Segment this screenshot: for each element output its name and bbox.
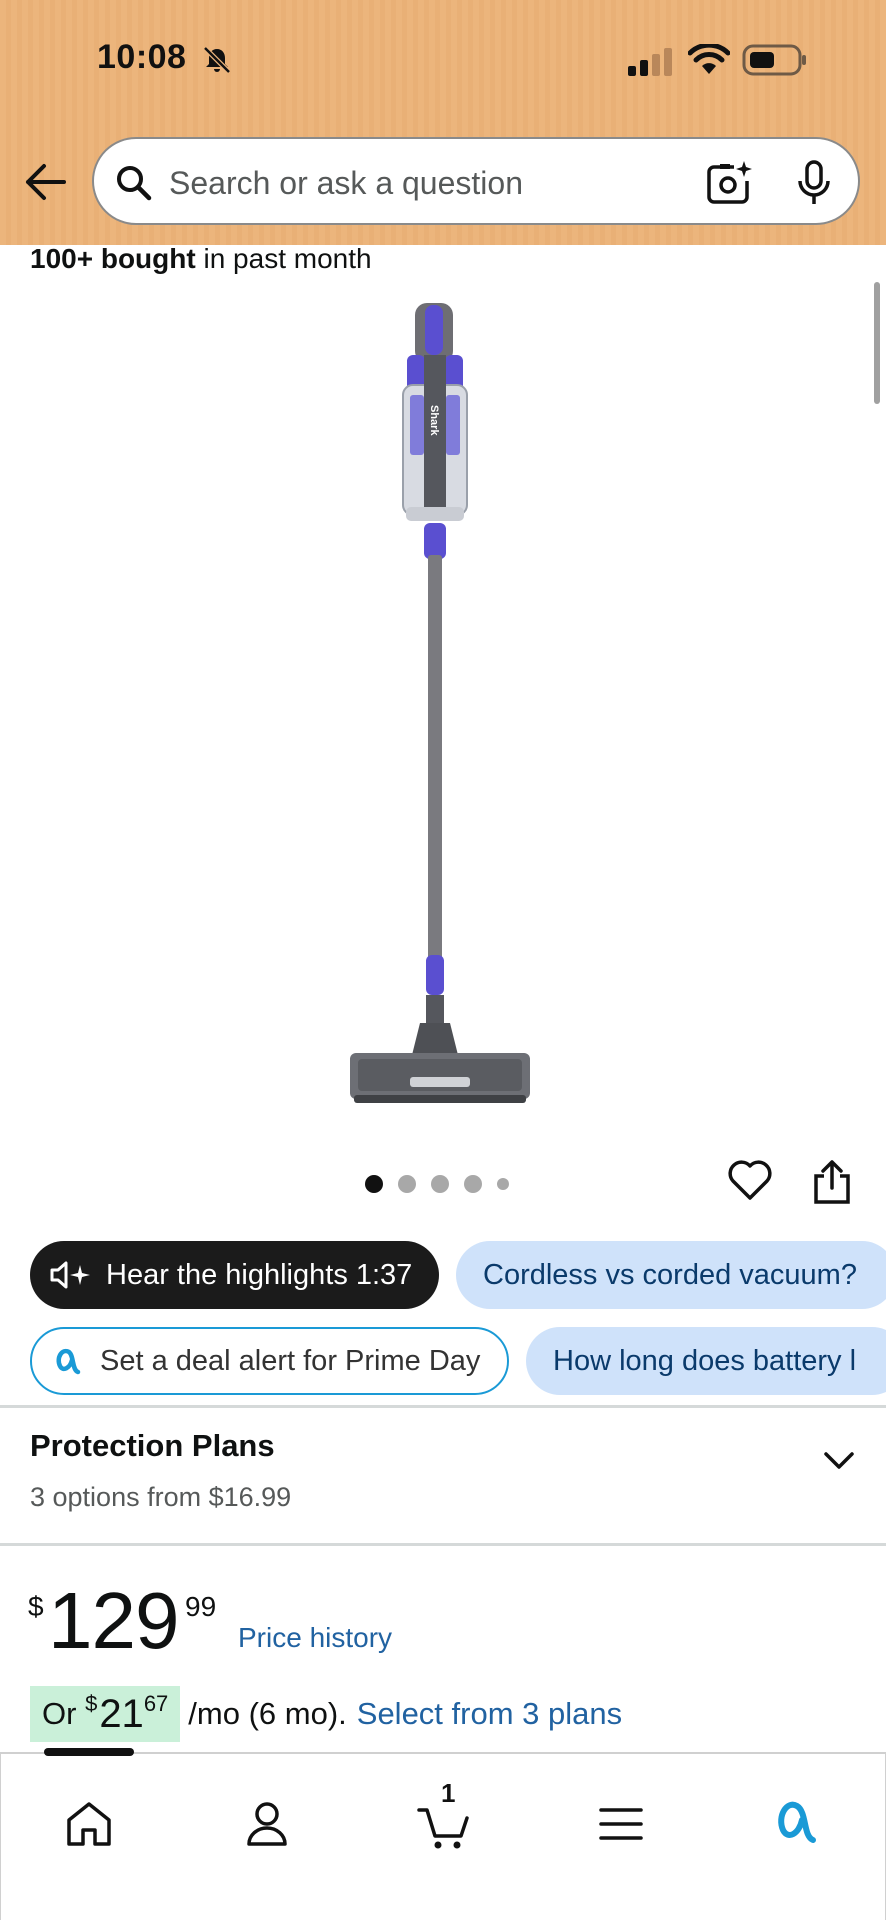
hear-highlights-button[interactable]: Hear the highlights 1:37 (30, 1241, 439, 1309)
microphone-icon[interactable] (794, 159, 834, 207)
camera-lens-icon[interactable] (704, 159, 754, 207)
carousel-dot[interactable] (497, 1178, 509, 1190)
image-carousel-dots[interactable] (365, 1172, 509, 1196)
menu-icon[interactable] (593, 1796, 649, 1852)
price-fraction: 99 (185, 1591, 217, 1622)
product-image[interactable]: Shark (340, 295, 550, 1110)
search-box[interactable] (92, 137, 860, 225)
installment-price-badge: Or $21 67 (30, 1686, 181, 1742)
home-icon[interactable] (61, 1796, 117, 1852)
divider (0, 1405, 886, 1408)
select-plans-link[interactable]: Select from 3 plans (357, 1696, 622, 1732)
cart-icon[interactable] (415, 1796, 471, 1852)
search-icon (117, 166, 152, 201)
price-whole: 129 (48, 1576, 179, 1665)
carousel-dot[interactable] (464, 1175, 482, 1193)
question-chip-cordless[interactable]: Cordless vs corded vacuum? (456, 1241, 886, 1309)
scrollbar[interactable] (874, 282, 880, 404)
share-icon[interactable] (812, 1158, 852, 1206)
price-history-link[interactable]: Price history (238, 1622, 392, 1654)
heart-icon[interactable] (727, 1158, 773, 1202)
bought-in-past-month: 100+ bought in past month (30, 243, 372, 274)
alexa-icon[interactable] (769, 1796, 825, 1852)
battery-icon (742, 44, 806, 76)
carousel-dot[interactable] (365, 1175, 383, 1193)
bottom-nav-bar: 1 (0, 1748, 886, 1920)
alexa-icon (56, 1348, 81, 1375)
account-icon[interactable] (239, 1796, 295, 1852)
question-chip-label: How long does battery l (553, 1344, 857, 1377)
cellular-signal-icon (628, 48, 672, 76)
question-chip-label: Cordless vs corded vacuum? (483, 1258, 857, 1291)
deal-alert-button[interactable]: Set a deal alert for Prime Day (30, 1327, 509, 1395)
deal-alert-label: Set a deal alert for Prime Day (100, 1344, 481, 1377)
bell-off-icon (203, 46, 231, 74)
product-brand-label: Shark (428, 405, 440, 436)
installment-term: /mo (6 mo). (188, 1696, 347, 1731)
divider (0, 1543, 886, 1546)
carousel-dot[interactable] (431, 1175, 449, 1193)
wifi-icon (688, 44, 730, 74)
search-input[interactable] (169, 161, 669, 205)
price-currency: $ (28, 1591, 44, 1622)
protection-plans-title[interactable]: Protection Plans (30, 1428, 275, 1464)
speaker-sparkle-icon (50, 1261, 90, 1289)
back-arrow-icon[interactable] (22, 162, 68, 202)
chevron-down-icon[interactable] (822, 1450, 856, 1472)
hear-highlights-label: Hear the highlights 1:37 (106, 1258, 413, 1291)
installment-offer: Or $21 67 /mo (6 mo). Select from 3 plans (30, 1686, 622, 1742)
carousel-dot[interactable] (398, 1175, 416, 1193)
app-header: 10:08 (0, 0, 886, 245)
protection-plans-subtitle: 3 options from $16.99 (30, 1482, 292, 1512)
question-chip-battery[interactable]: How long does battery l (526, 1327, 886, 1395)
status-time: 10:08 (97, 38, 187, 76)
active-tab-indicator (44, 1748, 134, 1756)
